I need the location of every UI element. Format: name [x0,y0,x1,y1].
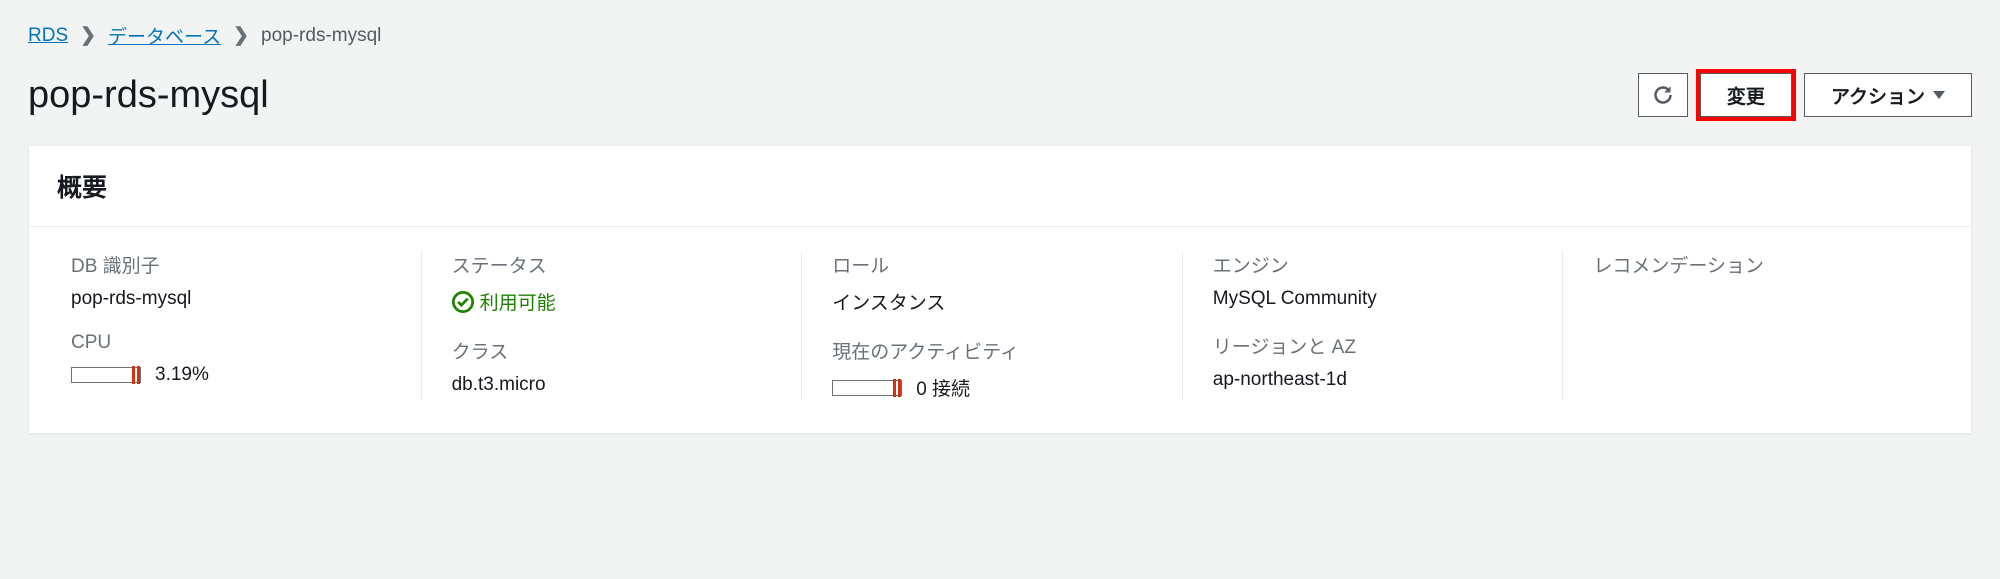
chevron-right-icon: ❯ [80,24,96,47]
check-circle-icon [452,291,474,313]
kv-label: CPU [71,332,391,354]
header-actions: 変更 アクション [1638,73,1972,117]
summary-col-identifier: DB 識別子 pop-rds-mysql CPU 3.19% [57,251,421,401]
cpu-gauge [71,367,141,383]
breadcrumb-current: pop-rds-mysql [261,25,381,47]
summary-col-role: ロール インスタンス 現在のアクティビティ 0 接続 [801,251,1182,401]
kv-status: ステータス 利用可能 [452,251,772,315]
cpu-percent: 3.19% [155,364,209,386]
status-badge: 利用可能 [452,288,556,315]
kv-label: ロール [832,251,1152,278]
kv-value: 0 接続 [832,374,1152,401]
kv-role: ロール インスタンス [832,251,1152,315]
summary-card-header: 概要 [29,146,1971,227]
kv-label: レコメンデーション [1593,251,1913,278]
summary-col-status: ステータス 利用可能 クラス db.t3.micro [421,251,802,401]
kv-value: ap-northeast-1d [1213,369,1533,391]
kv-label: ステータス [452,251,772,278]
kv-label: DB 識別子 [71,251,391,278]
kv-value: 利用可能 [452,288,772,315]
kv-activity: 現在のアクティビティ 0 接続 [832,337,1152,401]
summary-col-engine: エンジン MySQL Community リージョンと AZ ap-northe… [1182,251,1563,401]
summary-col-recommendation: レコメンデーション [1562,251,1943,401]
kv-value: MySQL Community [1213,288,1533,310]
kv-cpu: CPU 3.19% [71,332,391,386]
actions-dropdown-button[interactable]: アクション [1804,73,1972,117]
kv-value: インスタンス [832,288,1152,315]
kv-class: クラス db.t3.micro [452,337,772,396]
chevron-right-icon: ❯ [233,24,249,47]
breadcrumb-databases[interactable]: データベース [108,22,221,49]
kv-label: クラス [452,337,772,364]
refresh-icon [1653,85,1673,105]
summary-title: 概要 [57,168,1943,204]
kv-region-az: リージョンと AZ ap-northeast-1d [1213,332,1533,391]
actions-label: アクション [1831,82,1925,109]
refresh-button[interactable] [1638,73,1688,117]
summary-card: 概要 DB 識別子 pop-rds-mysql CPU 3.19% [28,145,1972,434]
kv-value: db.t3.micro [452,374,772,396]
page-title: pop-rds-mysql [28,74,269,117]
summary-card-body: DB 識別子 pop-rds-mysql CPU 3.19% ステータス [29,227,1971,433]
kv-label: リージョンと AZ [1213,332,1533,359]
kv-recommendation: レコメンデーション [1593,251,1913,288]
breadcrumb: RDS ❯ データベース ❯ pop-rds-mysql [28,22,1972,49]
chevron-down-icon [1933,91,1945,99]
breadcrumb-root[interactable]: RDS [28,25,68,47]
kv-value: 3.19% [71,364,391,386]
modify-button[interactable]: 変更 [1700,73,1792,117]
page-header: pop-rds-mysql 変更 アクション [28,73,1972,117]
kv-label: 現在のアクティビティ [832,337,1152,364]
status-text: 利用可能 [480,288,556,315]
kv-db-identifier: DB 識別子 pop-rds-mysql [71,251,391,310]
activity-count: 0 接続 [916,374,970,401]
activity-gauge [832,380,902,396]
kv-engine: エンジン MySQL Community [1213,251,1533,310]
kv-value: pop-rds-mysql [71,288,391,310]
kv-label: エンジン [1213,251,1533,278]
